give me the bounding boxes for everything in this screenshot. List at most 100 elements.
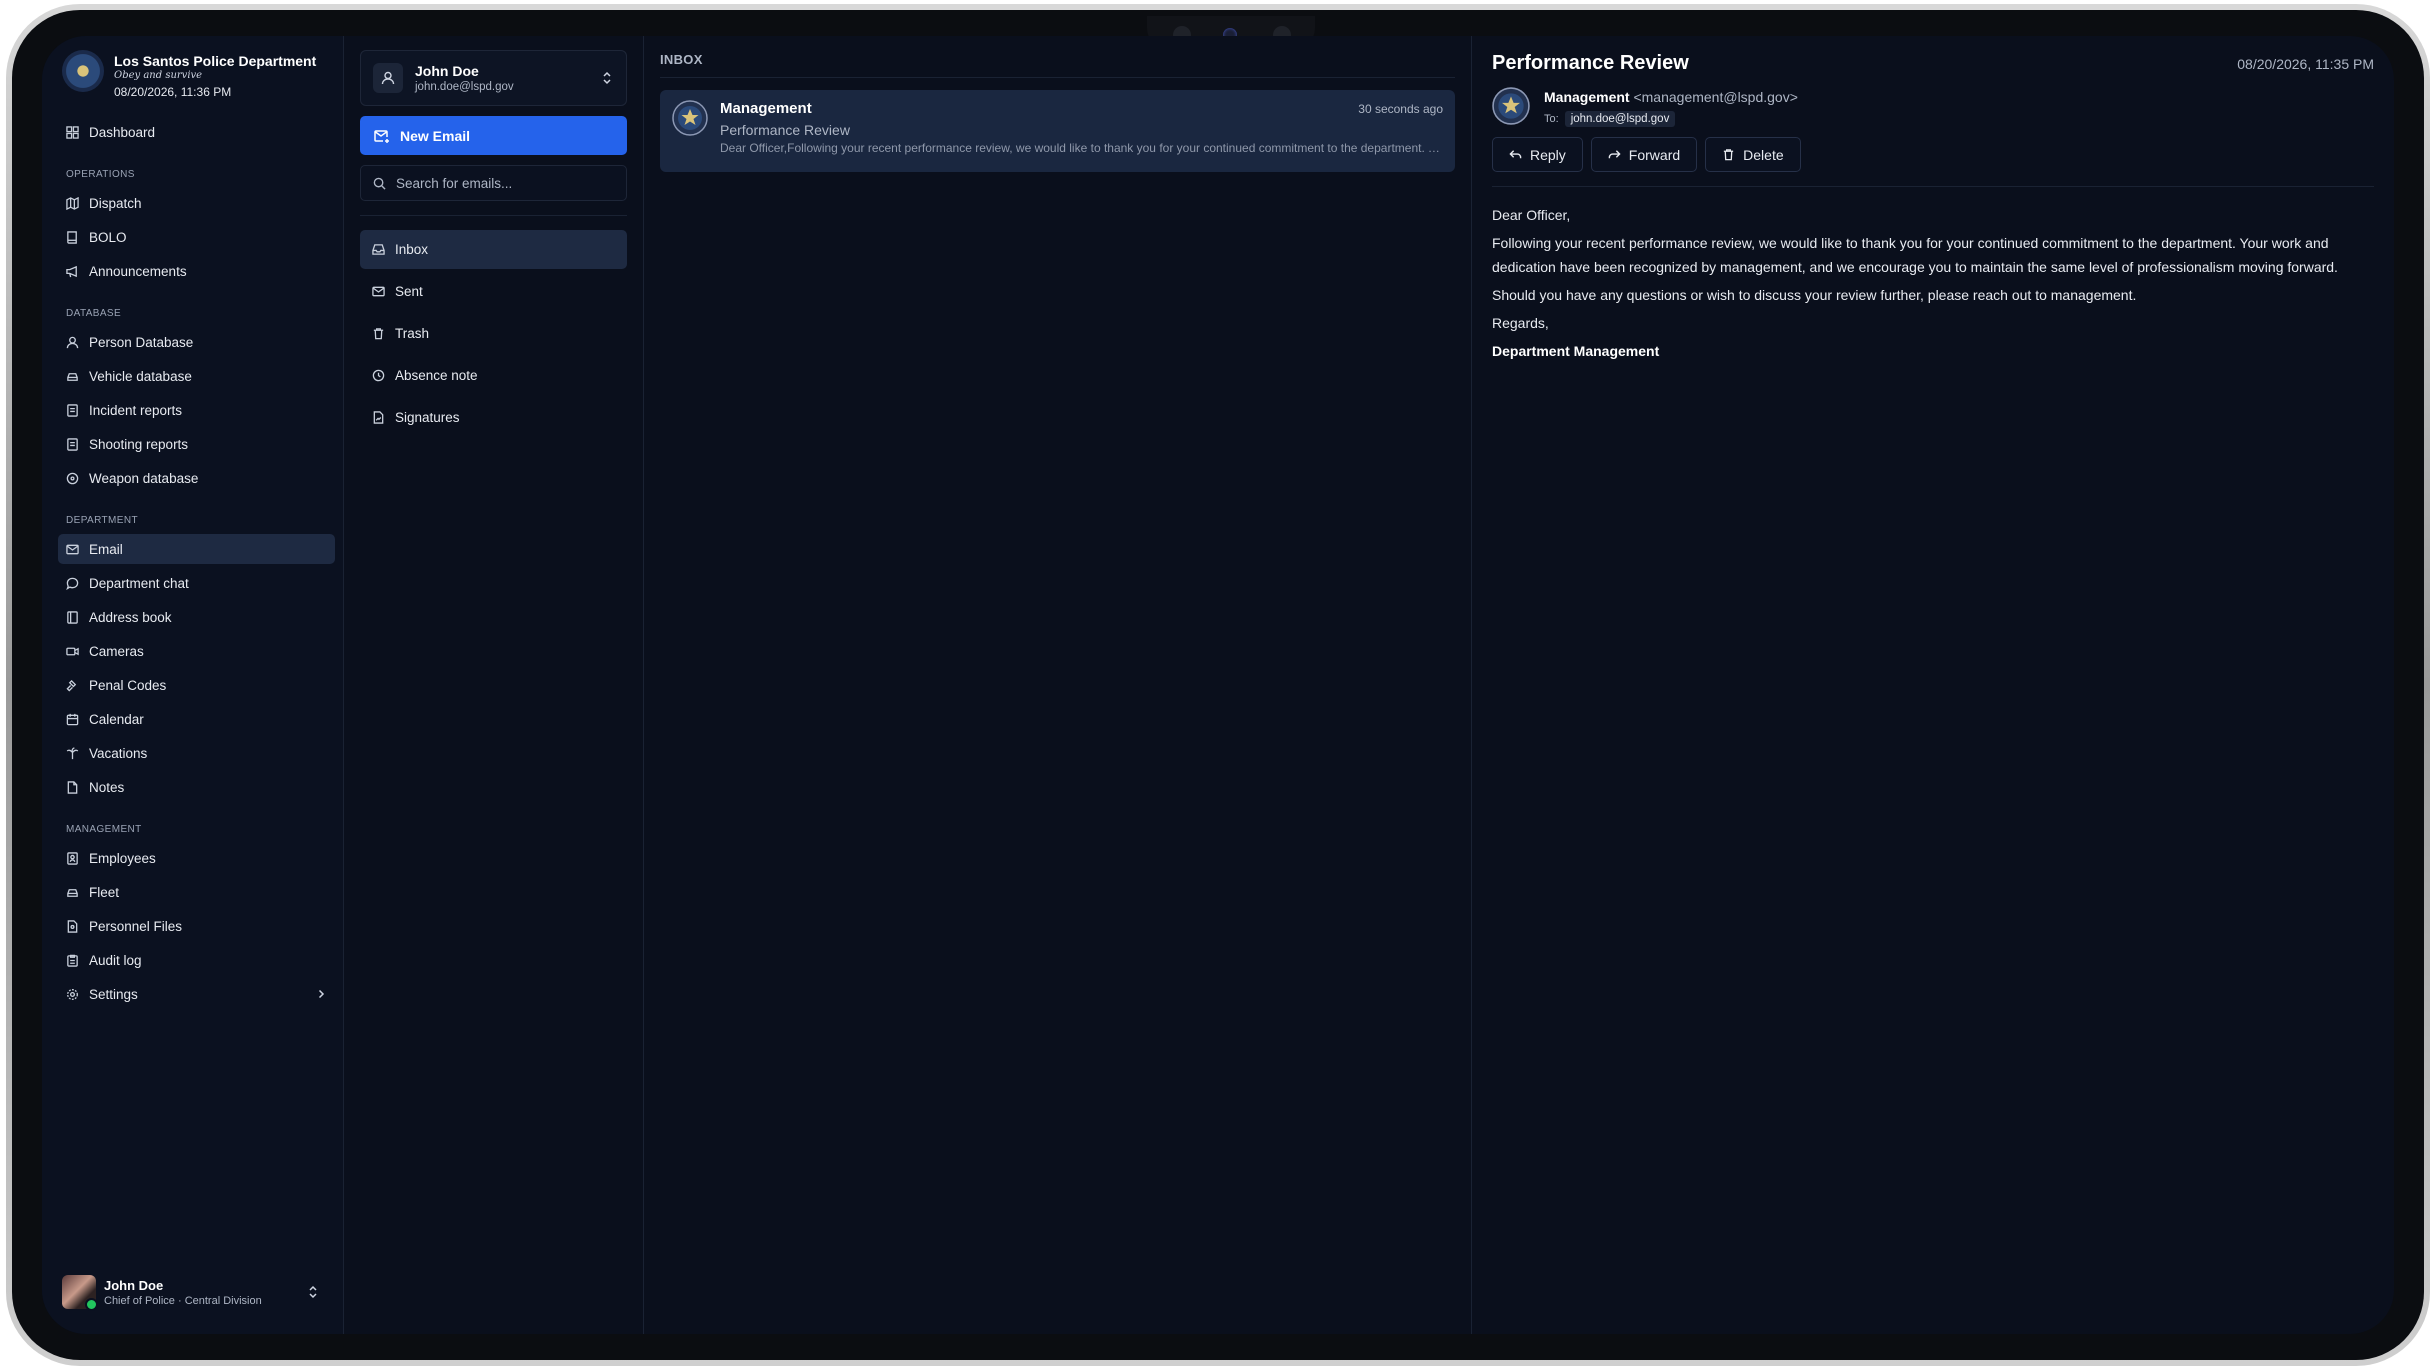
- sidebar-item-label: Address book: [89, 609, 172, 625]
- sidebar: Los Santos Police Department Obey and su…: [42, 36, 344, 1334]
- user-name: John Doe: [104, 1277, 164, 1293]
- sidebar-item-dashboard[interactable]: Dashboard: [58, 117, 335, 147]
- sidebar-item-label: Vehicle database: [89, 368, 192, 384]
- current-datetime: 08/20/2026, 11:36 PM: [114, 85, 232, 99]
- email-sender: Management <management@lspd.gov>: [1544, 89, 1798, 105]
- id-badge-icon: [66, 851, 79, 865]
- sidebar-item-vacations[interactable]: Vacations: [58, 738, 335, 768]
- list-item[interactable]: Management 30 seconds ago Performance Re…: [660, 90, 1455, 172]
- delete-button[interactable]: Delete: [1705, 137, 1801, 172]
- folder-inbox[interactable]: Inbox: [360, 230, 627, 269]
- folder-label: Signatures: [395, 410, 460, 425]
- calendar-icon: [66, 713, 79, 726]
- inbox-list-panel: INBOX Management 30 seconds ago Performa…: [644, 36, 1472, 1334]
- reply-button[interactable]: Reply: [1492, 137, 1583, 172]
- sidebar-item-person-database[interactable]: Person Database: [58, 327, 335, 357]
- sidebar-item-notes[interactable]: Notes: [58, 772, 335, 802]
- avatar: [62, 1275, 98, 1311]
- target-icon: [66, 472, 79, 485]
- department-name: Los Santos Police Department: [114, 53, 317, 69]
- chevrons-up-down-icon: [603, 71, 611, 85]
- book-icon: [66, 230, 79, 244]
- sidebar-item-department-chat[interactable]: Department chat: [58, 568, 335, 598]
- sidebar-item-label: Department chat: [89, 575, 189, 591]
- sidebar-item-label: Settings: [89, 986, 138, 1002]
- sidebar-item-label: Vacations: [89, 745, 148, 761]
- email-date: 08/20/2026, 11:35 PM: [2237, 56, 2374, 72]
- delete-label: Delete: [1743, 146, 1784, 163]
- search-input[interactable]: Search for emails...: [360, 165, 627, 201]
- message-subject: Performance Review: [720, 122, 850, 138]
- mail-icon: [372, 286, 385, 297]
- folder-trash[interactable]: Trash: [360, 314, 627, 353]
- section-label-database: DATABASE: [66, 308, 122, 319]
- sidebar-item-label: Person Database: [89, 334, 194, 350]
- sender-name: Management: [1544, 89, 1630, 105]
- sidebar-item-incident-reports[interactable]: Incident reports: [58, 395, 335, 425]
- search-icon: [373, 177, 386, 190]
- tablet-bezel: Los Santos Police Department Obey and su…: [12, 10, 2424, 1360]
- sidebar-item-weapon-database[interactable]: Weapon database: [58, 463, 335, 493]
- address-book-icon: [66, 610, 79, 624]
- sidebar-item-email[interactable]: Email: [58, 534, 335, 564]
- sidebar-item-employees[interactable]: Employees: [58, 843, 335, 873]
- section-label-department: DEPARTMENT: [66, 515, 138, 526]
- sidebar-item-fleet[interactable]: Fleet: [58, 877, 335, 907]
- department-motto: Obey and survive: [114, 70, 203, 81]
- file-user-icon: [66, 919, 79, 933]
- sidebar-item-shooting-reports[interactable]: Shooting reports: [58, 429, 335, 459]
- account-switcher[interactable]: John Doe john.doe@lspd.gov: [360, 50, 627, 106]
- email-subject: Performance Review: [1492, 52, 1689, 74]
- chevron-right-icon: [318, 989, 325, 999]
- sidebar-item-calendar[interactable]: Calendar: [58, 704, 335, 734]
- account-email: john.doe@lspd.gov: [415, 81, 514, 93]
- gavel-icon: [66, 679, 79, 692]
- mail-icon: [66, 543, 79, 556]
- chevrons-up-down-icon: [309, 1285, 317, 1299]
- message-time: 30 seconds ago: [1358, 102, 1443, 116]
- sidebar-item-audit-log[interactable]: Audit log: [58, 945, 335, 975]
- folder-label: Inbox: [395, 242, 429, 257]
- sidebar-item-penal-codes[interactable]: Penal Codes: [58, 670, 335, 700]
- email-closing: Regards,: [1492, 315, 1549, 331]
- dashboard-icon: [66, 125, 79, 139]
- sidebar-item-label: Shooting reports: [89, 436, 189, 452]
- message-sender: Management: [720, 100, 812, 117]
- email-signature: Department Management: [1492, 343, 1660, 359]
- sidebar-item-vehicle-database[interactable]: Vehicle database: [58, 361, 335, 391]
- sidebar-item-dispatch[interactable]: Dispatch: [58, 188, 335, 218]
- section-label-management: MANAGEMENT: [66, 824, 142, 835]
- sidebar-item-cameras[interactable]: Cameras: [58, 636, 335, 666]
- sidebar-item-label: Incident reports: [89, 402, 183, 418]
- folder-label: Absence note: [395, 368, 478, 383]
- folder-label: Sent: [395, 284, 423, 299]
- tablet-frame: Los Santos Police Department Obey and su…: [6, 4, 2430, 1366]
- sidebar-item-label: Audit log: [89, 952, 142, 968]
- sidebar-item-label: Dashboard: [89, 124, 156, 140]
- clock-icon: [372, 369, 385, 382]
- user-profile-menu[interactable]: John Doe Chief of Police · Central Divis…: [62, 1272, 320, 1312]
- mail-folder-panel: John Doe john.doe@lspd.gov New Email Sea…: [344, 36, 644, 1334]
- sidebar-item-bolo[interactable]: BOLO: [58, 222, 335, 252]
- email-recipients: To: john.doe@lspd.gov: [1544, 111, 1798, 127]
- clipboard-icon: [66, 954, 79, 967]
- inbox-header: INBOX: [660, 48, 1455, 78]
- to-label: To:: [1544, 113, 1559, 125]
- mail-plus-icon: [374, 129, 389, 143]
- report-icon: [66, 437, 79, 451]
- sidebar-item-label: Calendar: [89, 711, 144, 727]
- folder-absence-note[interactable]: Absence note: [360, 356, 627, 395]
- sidebar-item-address-book[interactable]: Address book: [58, 602, 335, 632]
- sidebar-item-label: Cameras: [89, 643, 144, 659]
- sidebar-item-personnel-files[interactable]: Personnel Files: [58, 911, 335, 941]
- megaphone-icon: [66, 265, 79, 278]
- folder-signatures[interactable]: Signatures: [360, 398, 627, 437]
- folder-sent[interactable]: Sent: [360, 272, 627, 311]
- sender-email: <management@lspd.gov>: [1633, 89, 1798, 105]
- trash-icon: [373, 328, 384, 340]
- forward-button[interactable]: Forward: [1590, 137, 1698, 172]
- sidebar-item-settings[interactable]: Settings: [58, 979, 335, 1009]
- email-actions: Reply Forward Delete: [1492, 137, 2374, 187]
- sidebar-item-announcements[interactable]: Announcements: [58, 256, 335, 286]
- new-email-button[interactable]: New Email: [360, 116, 627, 155]
